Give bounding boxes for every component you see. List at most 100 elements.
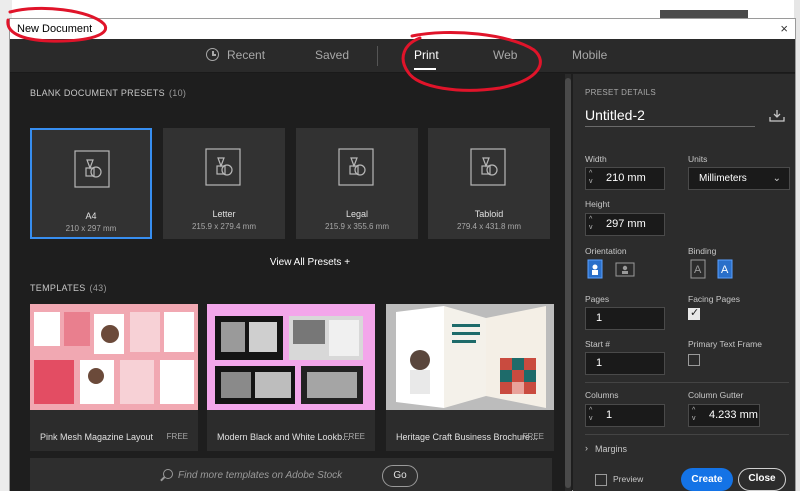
template-card[interactable]: Heritage Craft Business Brochure... FREE: [386, 304, 554, 451]
preview-label: Preview: [613, 474, 644, 484]
category-tabs: Recent Saved Print Web Mobile: [10, 39, 795, 73]
close-button[interactable]: Close: [738, 468, 786, 491]
presets-and-templates: BLANK DOCUMENT PRESETS (10) A4 210 x 297 …: [10, 74, 572, 491]
window-title: New Document: [17, 23, 93, 35]
presets-count: (10): [168, 88, 187, 98]
tab-saved[interactable]: Saved: [315, 48, 349, 62]
section-divider: [585, 434, 789, 435]
template-price: FREE: [166, 432, 188, 441]
height-field[interactable]: ^ v 297 mm: [585, 213, 665, 236]
document-preset-icon: [470, 148, 506, 186]
landscape-orientation-icon[interactable]: [615, 259, 635, 279]
column-gutter-field[interactable]: ^ v 4.233 mm: [688, 404, 760, 427]
template-thumbnail: [386, 304, 554, 410]
columns-stepper[interactable]: ^ v: [589, 407, 593, 423]
view-all-presets-link[interactable]: View All Presets +: [10, 257, 610, 268]
left-binding-icon[interactable]: A: [688, 259, 708, 279]
binding-label: Binding: [688, 246, 717, 256]
template-name: Pink Mesh Magazine Layout: [40, 432, 154, 442]
preset-details-heading: PRESET DETAILS: [585, 88, 657, 97]
search-icon: [163, 469, 173, 479]
preset-a4[interactable]: A4 210 x 297 mm: [30, 128, 152, 239]
height-label: Height: [585, 199, 610, 209]
columns-field[interactable]: ^ v 1: [585, 404, 665, 427]
templates-scrollbar[interactable]: [565, 74, 571, 491]
preset-name: Tabloid: [474, 209, 504, 219]
clock-icon: [206, 48, 219, 61]
start-page-field[interactable]: 1: [585, 352, 665, 375]
template-price: FREE: [343, 432, 365, 441]
presets-heading: BLANK DOCUMENT PRESETS (10): [30, 88, 186, 98]
stock-search-input[interactable]: Find more templates on Adobe Stock: [178, 470, 342, 481]
preset-size: 215.9 x 279.4 mm: [191, 222, 257, 231]
pages-label: Pages: [585, 294, 610, 304]
chevron-down-icon: ⌄: [772, 173, 781, 184]
columns-label: Columns: [585, 390, 619, 400]
template-card[interactable]: Pink Mesh Magazine Layout FREE: [30, 304, 198, 451]
column-gutter-label: Column Gutter: [688, 390, 744, 400]
create-button[interactable]: Create: [681, 468, 733, 491]
template-thumbnail: [30, 304, 198, 410]
template-name: Heritage Craft Business Brochure...: [396, 432, 538, 442]
units-value: Millimeters: [699, 173, 747, 184]
preset-tabloid[interactable]: Tabloid 279.4 x 431.8 mm: [428, 128, 550, 239]
preview-checkbox[interactable]: [595, 474, 607, 486]
pages-value: 1: [596, 312, 603, 324]
right-binding-icon[interactable]: A: [715, 259, 735, 279]
tab-print[interactable]: Print: [414, 48, 439, 62]
gutter-value: 4.233 mm: [709, 409, 758, 421]
margins-toggle[interactable]: Margins: [595, 444, 627, 454]
template-name: Modern Black and White Lookb...: [217, 432, 350, 442]
width-field[interactable]: ^ v 210 mm: [585, 167, 665, 190]
primary-text-frame-label: Primary Text Frame: [688, 339, 762, 349]
tab-recent[interactable]: Recent: [227, 48, 265, 62]
close-window-button[interactable]: ×: [780, 21, 788, 36]
preset-name: Legal: [345, 209, 369, 219]
active-tab-indicator: [414, 68, 436, 70]
save-preset-icon[interactable]: [769, 110, 785, 122]
document-name-underline: [585, 126, 755, 127]
facing-pages-label: Facing Pages: [688, 294, 740, 304]
preset-details-panel: PRESET DETAILS Untitled-2 Width ^ v 210 m…: [573, 74, 795, 491]
document-preset-icon: [205, 148, 241, 186]
template-thumbnail: [207, 304, 375, 410]
preset-name: A4: [85, 211, 97, 221]
svg-text:A: A: [721, 264, 729, 276]
preset-legal[interactable]: Legal 215.9 x 355.6 mm: [296, 128, 418, 239]
preset-size: 279.4 x 431.8 mm: [456, 222, 522, 231]
preset-name: Letter: [212, 209, 236, 219]
gutter-stepper[interactable]: ^ v: [692, 407, 696, 423]
portrait-orientation-icon[interactable]: [585, 259, 605, 279]
template-price: FREE: [522, 432, 544, 441]
title-bar: New Document ×: [10, 19, 795, 39]
columns-value: 1: [606, 409, 613, 421]
units-label: Units: [688, 154, 708, 164]
pages-field[interactable]: 1: [585, 307, 665, 330]
scrollbar-thumb[interactable]: [565, 78, 571, 488]
chevron-right-icon[interactable]: ›: [585, 443, 588, 453]
presets-heading-label: BLANK DOCUMENT PRESETS: [30, 88, 165, 98]
preset-size: 215.9 x 355.6 mm: [324, 222, 390, 231]
preset-letter[interactable]: Letter 215.9 x 279.4 mm: [163, 128, 285, 239]
orientation-label: Orientation: [585, 246, 627, 256]
width-label: Width: [585, 154, 607, 164]
height-stepper[interactable]: ^ v: [589, 216, 593, 232]
go-button[interactable]: Go: [382, 465, 418, 487]
document-name-field[interactable]: Untitled-2: [585, 107, 645, 123]
height-value: 297 mm: [606, 218, 646, 230]
svg-text:A: A: [694, 264, 702, 276]
units-dropdown[interactable]: Millimeters ⌄: [688, 167, 790, 190]
primary-text-frame-checkbox[interactable]: [688, 354, 700, 366]
tab-web[interactable]: Web: [493, 48, 517, 62]
document-preset-icon: [74, 150, 110, 188]
section-divider: [585, 382, 789, 383]
start-value: 1: [596, 357, 603, 369]
document-preset-icon: [338, 148, 374, 186]
width-value: 210 mm: [606, 172, 646, 184]
template-card[interactable]: Modern Black and White Lookb... FREE: [207, 304, 375, 451]
tab-divider: [377, 46, 378, 66]
stock-search-bar: Find more templates on Adobe Stock Go: [30, 458, 552, 491]
tab-mobile[interactable]: Mobile: [572, 48, 607, 62]
facing-pages-checkbox[interactable]: [688, 306, 700, 320]
width-stepper[interactable]: ^ v: [589, 170, 593, 186]
